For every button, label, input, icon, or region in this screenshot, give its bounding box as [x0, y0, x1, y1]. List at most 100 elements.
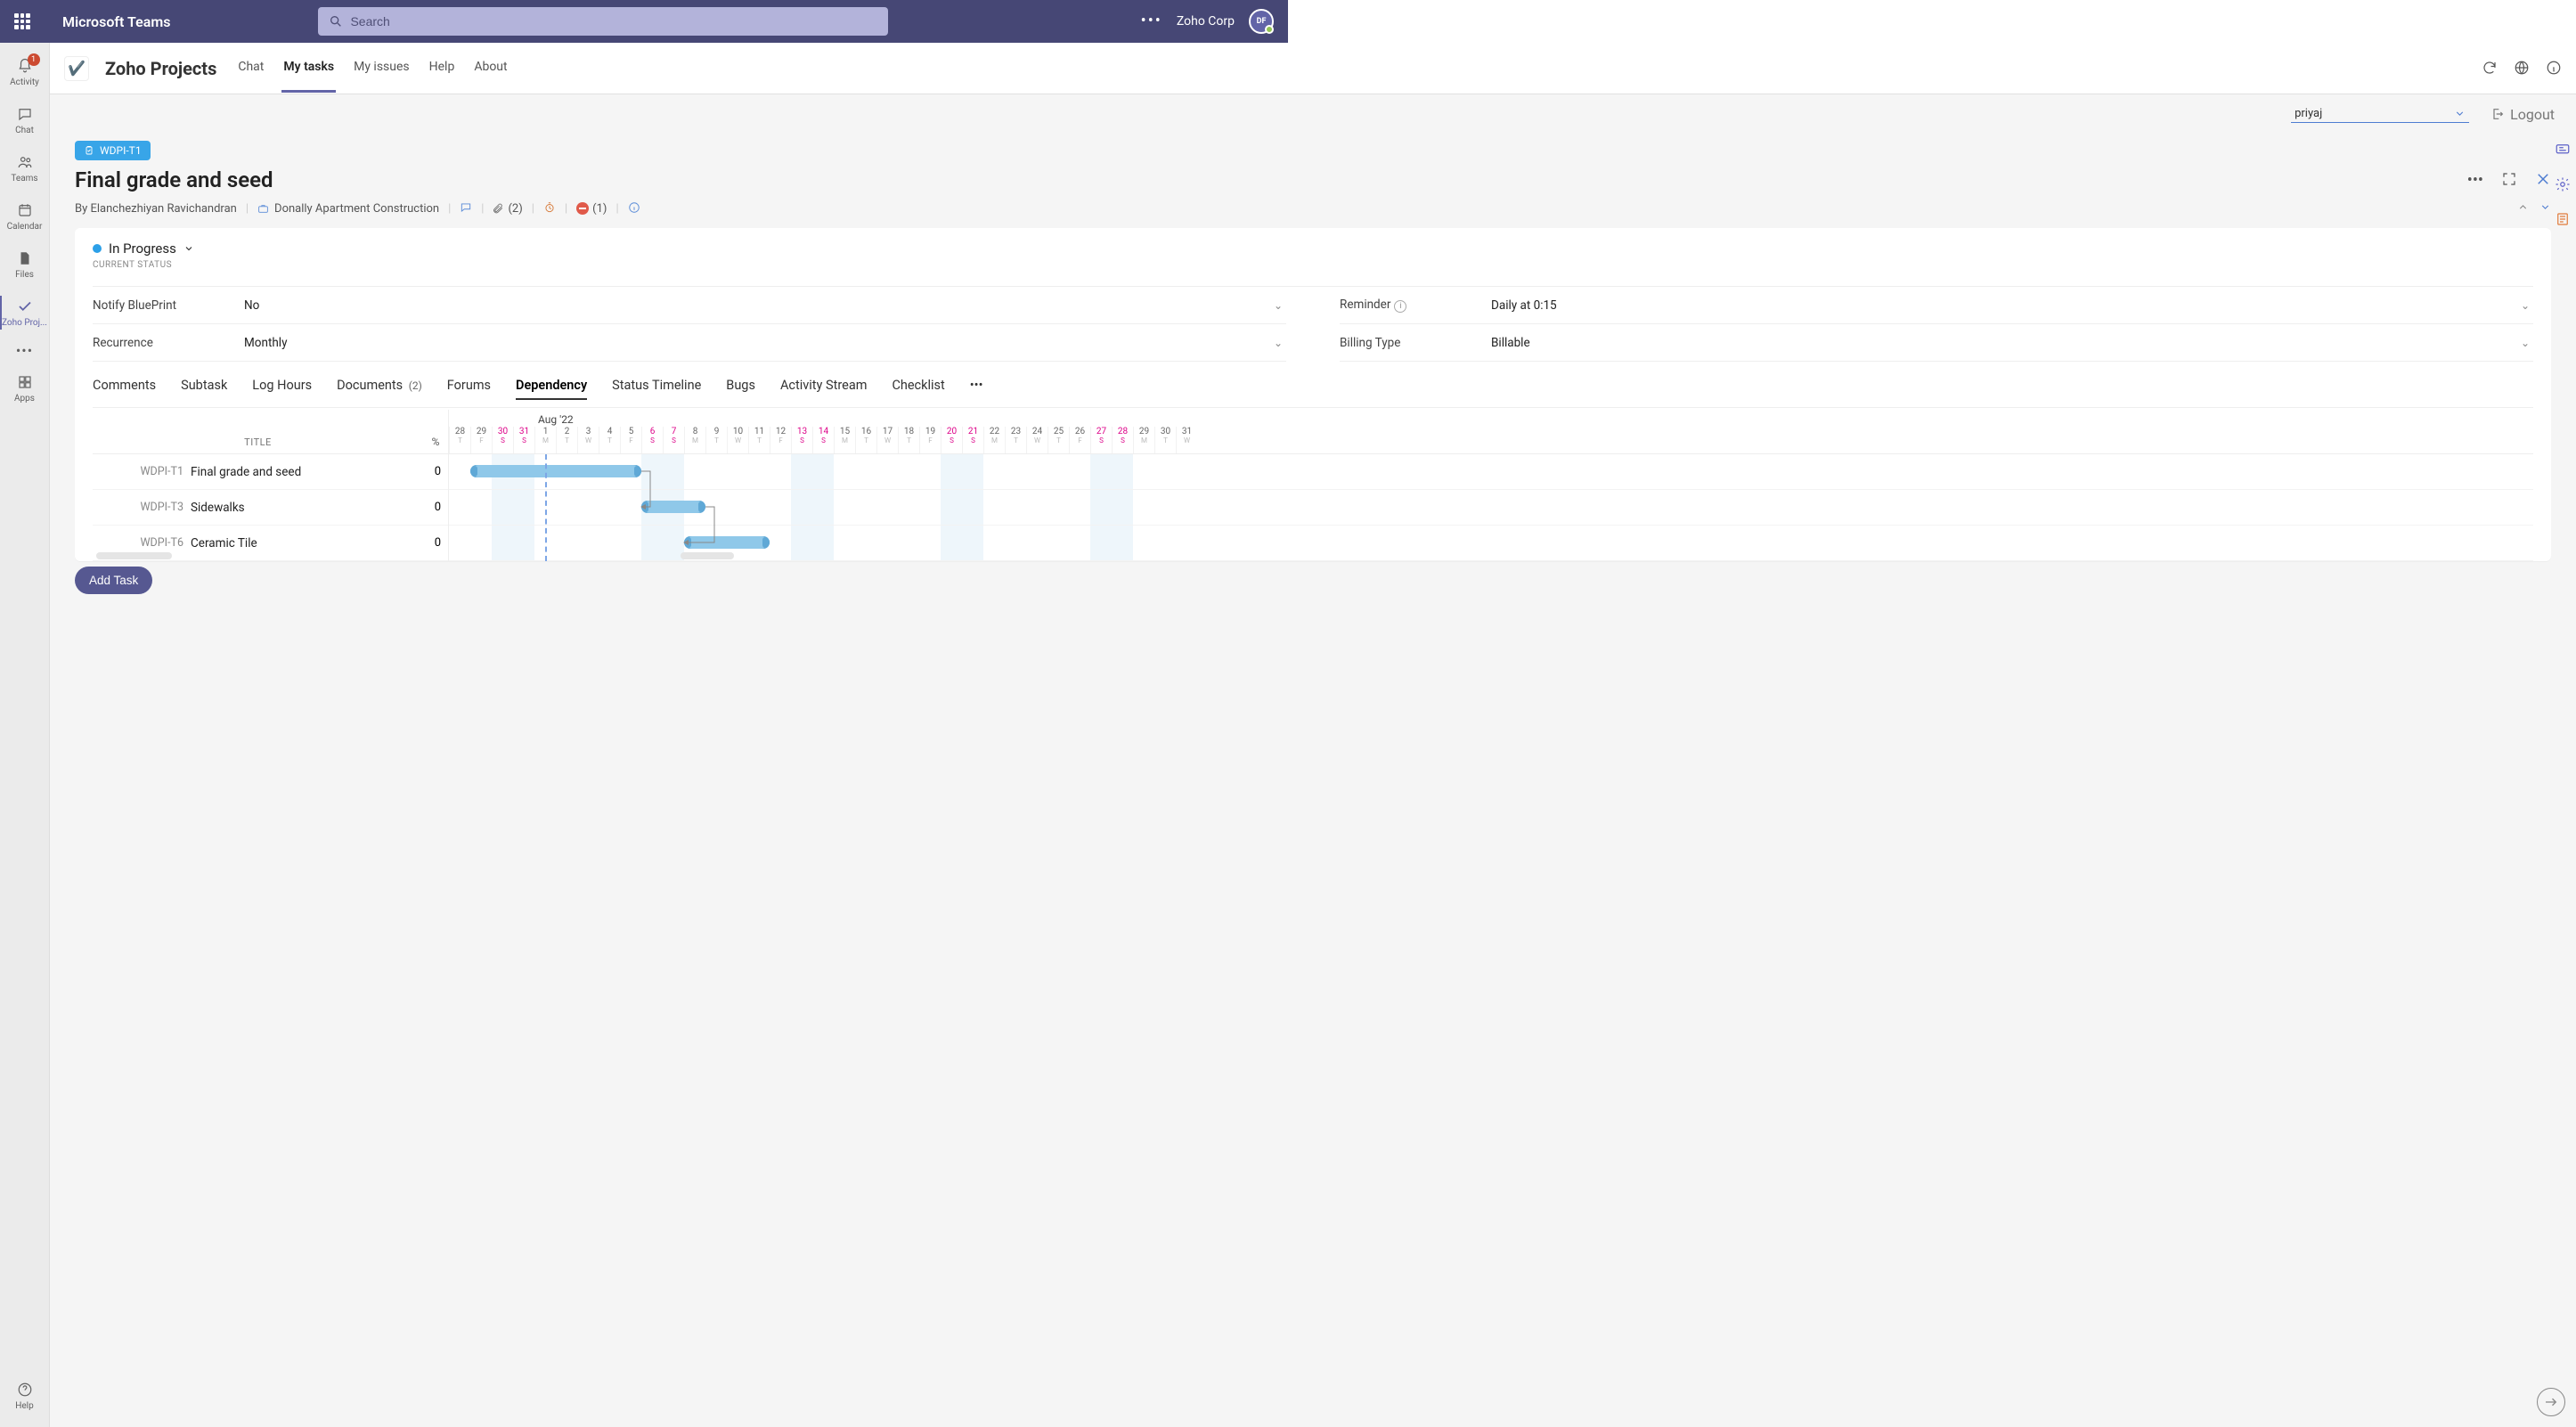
gantt-bar[interactable] — [684, 536, 770, 549]
settings-panel-icon[interactable] — [2555, 175, 2571, 194]
gantt-task-row[interactable]: WDPI-T1Final grade and seed0 — [93, 454, 448, 490]
scrollbar-horizontal[interactable] — [681, 552, 734, 559]
prop-reminder-label: Reminderi — [1340, 298, 1491, 313]
tab-dependency[interactable]: Dependency — [516, 378, 587, 400]
tab-forums[interactable]: Forums — [447, 378, 491, 400]
tab-documents[interactable]: Documents (2) — [337, 378, 422, 400]
rail-calendar[interactable]: Calendar — [0, 192, 50, 241]
gantt-task-name: Sidewalks — [191, 501, 423, 515]
tenant-name[interactable]: Zoho Corp — [1177, 14, 1235, 29]
status-dropdown[interactable]: In Progress — [93, 241, 2533, 257]
teams-header: Microsoft Teams ••• Zoho Corp DF — [0, 0, 1288, 43]
app-launcher-icon[interactable] — [14, 13, 30, 29]
bar-handle-right[interactable] — [762, 537, 768, 548]
tab-my-tasks[interactable]: My tasks — [281, 44, 336, 93]
globe-icon[interactable] — [2514, 59, 2530, 77]
task-meta: By Elanchezhiyan Ravichandran | Donally … — [75, 201, 2551, 216]
info-icon[interactable] — [2546, 59, 2562, 77]
search-input[interactable] — [350, 14, 877, 29]
prop-recurrence[interactable]: Recurrence Monthly ⌄ — [93, 324, 1286, 362]
task-id-badge[interactable]: WDPI-T1 — [75, 141, 151, 160]
gantt-task-row[interactable]: WDPI-T3Sidewalks0 — [93, 490, 448, 526]
prop-reminder[interactable]: Reminderi Daily at 0:15 ⌄ — [1340, 287, 2533, 324]
chevron-down-icon: ⌄ — [1274, 299, 1283, 312]
task-more-icon[interactable]: ••• — [2467, 171, 2483, 190]
add-task-button[interactable]: Add Task — [75, 567, 152, 594]
status-value: In Progress — [109, 241, 176, 257]
timeline-day: 7S — [663, 427, 684, 453]
left-rail: 1 Activity Chat Teams Calendar Files Zoh… — [0, 43, 50, 1427]
gantt-bar[interactable] — [641, 501, 705, 513]
blocker-count: (1) — [592, 202, 607, 216]
more-icon[interactable]: ••• — [1141, 13, 1162, 29]
scrollbar-horizontal[interactable] — [96, 552, 172, 559]
chat-panel-icon[interactable] — [2555, 141, 2571, 159]
app-logo: ✔️ — [64, 56, 89, 81]
bar-handle-left[interactable] — [643, 501, 648, 512]
timeline-day: 29M — [1133, 427, 1154, 453]
info-small-icon[interactable] — [628, 201, 640, 216]
bar-handle-right[interactable] — [634, 466, 640, 477]
timeline-day: 22M — [983, 427, 1005, 453]
bar-handle-left[interactable] — [686, 537, 691, 548]
timeline-day: 5F — [620, 427, 641, 453]
rail-zoho-label: Zoho Proj... — [2, 318, 47, 328]
tab-status-timeline[interactable]: Status Timeline — [612, 378, 701, 400]
tab-checklist[interactable]: Checklist — [892, 378, 944, 400]
tab-bugs[interactable]: Bugs — [726, 378, 755, 400]
timeline-day: 30S — [492, 427, 513, 453]
gantt-col-pct: % — [423, 436, 448, 448]
bar-handle-left[interactable] — [472, 466, 477, 477]
rail-apps[interactable]: Apps — [0, 364, 50, 412]
avatar[interactable]: DF — [1249, 9, 1274, 34]
notes-panel-icon[interactable] — [2555, 210, 2571, 229]
tab-activity-stream[interactable]: Activity Stream — [780, 378, 868, 400]
rail-chat[interactable]: Chat — [0, 96, 50, 144]
rail-teams[interactable]: Teams — [0, 144, 50, 192]
prop-notify[interactable]: Notify BluePrint No ⌄ — [93, 287, 1286, 324]
gantt-left: TITLE % WDPI-T1Final grade and seed0WDPI… — [93, 410, 449, 561]
prop-billing[interactable]: Billing Type Billable ⌄ — [1340, 324, 2533, 362]
share-button[interactable] — [2537, 1388, 2565, 1416]
logout-button[interactable]: Logout — [2490, 106, 2555, 123]
chevron-down-icon: ⌄ — [2521, 337, 2530, 349]
gantt-bar[interactable] — [470, 465, 641, 477]
rail-files[interactable]: Files — [0, 241, 50, 289]
blocker[interactable]: (1) — [576, 202, 607, 216]
timer-icon[interactable] — [543, 201, 556, 216]
comment-icon[interactable] — [460, 201, 472, 216]
calendar-icon — [17, 201, 33, 220]
timeline-day: 18T — [898, 427, 919, 453]
gantt-task-id: WDPI-T3 — [119, 501, 191, 514]
tab-subtask[interactable]: Subtask — [181, 378, 227, 400]
tab-log-hours[interactable]: Log Hours — [252, 378, 312, 400]
tab-my-issues[interactable]: My issues — [352, 44, 412, 93]
rail-zoho-projects[interactable]: Zoho Proj... — [0, 289, 50, 337]
expand-icon[interactable] — [2501, 171, 2517, 190]
rail-more[interactable]: ••• — [16, 342, 33, 359]
rail-activity[interactable]: 1 Activity — [0, 48, 50, 96]
timeline-day: 23T — [1005, 427, 1026, 453]
user-select[interactable]: priyaj — [2291, 105, 2469, 123]
timeline-day: 27S — [1090, 427, 1112, 453]
gantt-task-name: Final grade and seed — [191, 465, 423, 479]
tab-about[interactable]: About — [472, 44, 509, 93]
attachment[interactable]: (2) — [493, 202, 522, 216]
tab-comments[interactable]: Comments — [93, 378, 156, 400]
rail-help[interactable]: Help — [0, 1372, 50, 1420]
tab-help[interactable]: Help — [428, 44, 457, 93]
prev-task-icon[interactable] — [2517, 201, 2529, 215]
prop-recurrence-label: Recurrence — [93, 336, 244, 350]
avatar-initials: DF — [1257, 17, 1267, 26]
timeline-day: 21S — [962, 427, 983, 453]
app-tabs: ✔️ Zoho Projects Chat My tasks My issues… — [50, 43, 2576, 94]
search-box[interactable] — [318, 7, 888, 36]
project-link[interactable]: Donally Apartment Construction — [257, 202, 439, 216]
apps-icon — [17, 373, 33, 392]
tab-more[interactable]: ••• — [970, 378, 983, 400]
tab-chat[interactable]: Chat — [236, 44, 265, 93]
timeline-day: 28S — [1112, 427, 1133, 453]
refresh-icon[interactable] — [2482, 59, 2498, 77]
bar-handle-right[interactable] — [698, 501, 704, 512]
timeline-day: 24W — [1026, 427, 1048, 453]
